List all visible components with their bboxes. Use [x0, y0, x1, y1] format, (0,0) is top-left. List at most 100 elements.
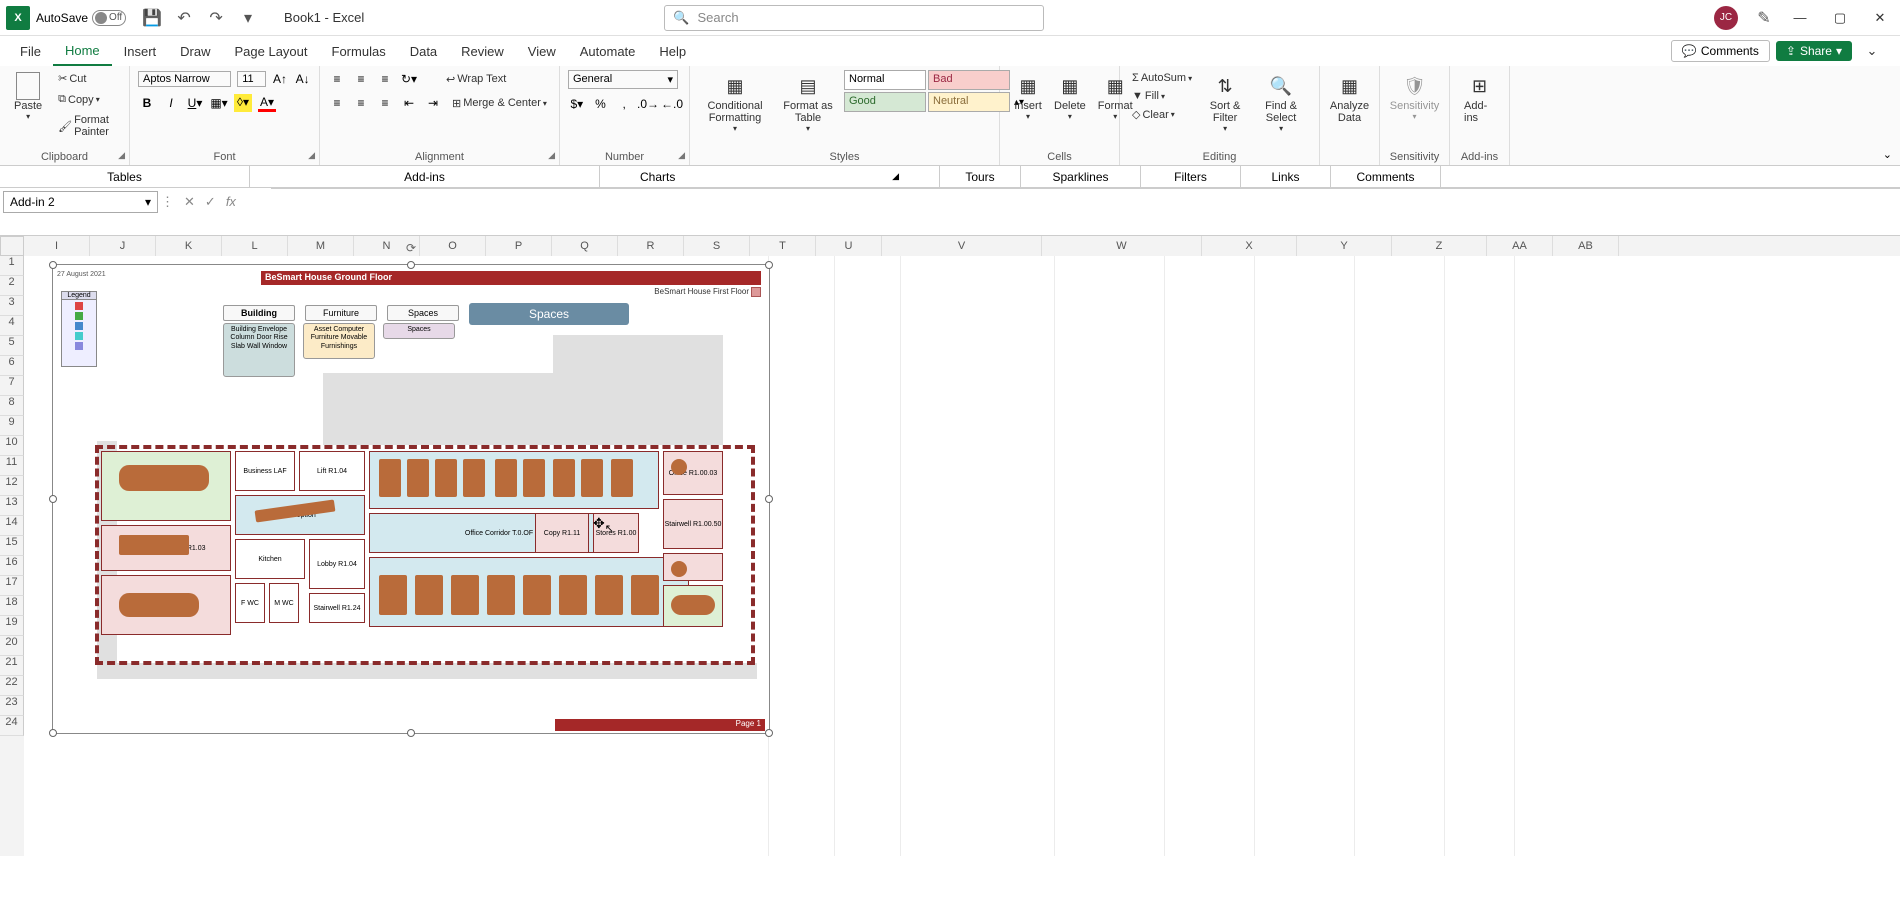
room-kitchen[interactable]: Kitchen	[235, 539, 305, 579]
col-header[interactable]: S	[684, 236, 750, 256]
card-building[interactable]: Building Envelope Column Door Rise Slab …	[223, 323, 295, 377]
decrease-font-icon[interactable]: A↓	[294, 70, 311, 88]
align-top-icon[interactable]: ≡	[328, 70, 346, 88]
tab-insert[interactable]: Insert	[112, 36, 169, 66]
row-header[interactable]: 23	[0, 696, 24, 716]
tab-building[interactable]: Building	[223, 305, 295, 321]
percent-icon[interactable]: %	[592, 95, 610, 113]
room-lobby[interactable]: Lobby R1.04	[309, 539, 365, 589]
row-header[interactable]: 11	[0, 456, 24, 476]
col-header[interactable]: Q	[552, 236, 618, 256]
enter-formula-icon[interactable]: ✓	[205, 194, 216, 210]
italic-button[interactable]: I	[162, 94, 180, 112]
dialog-launcher-icon[interactable]: ◢	[678, 150, 685, 161]
resize-handle[interactable]	[49, 495, 57, 503]
col-header[interactable]: T	[750, 236, 816, 256]
align-right-icon[interactable]: ≡	[376, 94, 394, 112]
style-bad[interactable]: Bad	[928, 70, 1010, 90]
col-header[interactable]: U	[816, 236, 882, 256]
subcell-tours[interactable]: Tours	[940, 166, 1021, 187]
col-header[interactable]: J	[90, 236, 156, 256]
dialog-launcher-icon[interactable]: ◢	[118, 150, 125, 161]
row-header[interactable]: 8	[0, 396, 24, 416]
border-button[interactable]: ▦▾	[210, 94, 228, 112]
row-header[interactable]: 18	[0, 596, 24, 616]
card-spaces[interactable]: Spaces	[383, 323, 455, 339]
col-header[interactable]: P	[486, 236, 552, 256]
resize-handle[interactable]	[49, 261, 57, 269]
orientation-icon[interactable]: ↻▾	[400, 70, 418, 88]
tab-pagelayout[interactable]: Page Layout	[223, 36, 320, 66]
row-header[interactable]: 10	[0, 436, 24, 456]
search-input[interactable]: 🔍 Search	[664, 5, 1044, 31]
redo-icon[interactable]: ↷	[206, 8, 226, 28]
room-stairwell2[interactable]: Stairwell R1.00.50	[663, 499, 723, 549]
subcell-comments[interactable]: Comments	[1331, 166, 1441, 187]
clear-button[interactable]: ◇Clear▾	[1128, 106, 1196, 123]
share-button[interactable]: ⇪Share▾	[1776, 41, 1852, 61]
rotate-handle-icon[interactable]: ⟳	[406, 241, 416, 255]
accounting-icon[interactable]: $▾	[568, 95, 586, 113]
row-header[interactable]: 13	[0, 496, 24, 516]
ribbon-collapse-icon[interactable]: ⌄	[1852, 37, 1892, 65]
autosum-button[interactable]: ΣAutoSum▾	[1128, 70, 1196, 86]
align-left-icon[interactable]: ≡	[328, 94, 346, 112]
insert-cells-button[interactable]: ▦Insert▾	[1008, 70, 1048, 123]
row-header[interactable]: 15	[0, 536, 24, 556]
sort-filter-button[interactable]: ⇅Sort & Filter▾	[1198, 70, 1252, 135]
tab-view[interactable]: View	[516, 36, 568, 66]
analyze-data-button[interactable]: ▦Analyze Data	[1328, 70, 1371, 126]
style-neutral[interactable]: Neutral	[928, 92, 1010, 112]
tab-draw[interactable]: Draw	[168, 36, 222, 66]
tab-home[interactable]: Home	[53, 36, 112, 66]
col-header[interactable]: AB	[1553, 236, 1619, 256]
col-header[interactable]: I	[24, 236, 90, 256]
worksheet-area[interactable]: 123456789101112131415161718192021222324 …	[0, 256, 1900, 856]
find-select-button[interactable]: 🔍Find & Select▾	[1254, 70, 1308, 135]
subcell-charts[interactable]: Charts◢	[600, 166, 940, 187]
style-good[interactable]: Good	[844, 92, 926, 112]
pen-icon[interactable]: ✎	[1754, 8, 1774, 28]
delete-cells-button[interactable]: ▦Delete▾	[1048, 70, 1092, 123]
row-header[interactable]: 2	[0, 276, 24, 296]
decrease-indent-icon[interactable]: ⇤	[400, 94, 418, 112]
tab-help[interactable]: Help	[647, 36, 698, 66]
col-header[interactable]: L	[222, 236, 288, 256]
subcell-sparklines[interactable]: Sparklines	[1021, 166, 1141, 187]
wrap-text-button[interactable]: ↩Wrap Text	[442, 71, 510, 88]
minimize-button[interactable]: —	[1780, 4, 1820, 32]
resize-handle[interactable]	[765, 495, 773, 503]
close-button[interactable]: ✕	[1860, 4, 1900, 32]
col-header[interactable]: X	[1202, 236, 1297, 256]
row-header[interactable]: 1	[0, 256, 24, 276]
tab-formulas[interactable]: Formulas	[320, 36, 398, 66]
format-as-table-button[interactable]: ▤Format as Table▾	[776, 70, 840, 135]
col-header[interactable]: R	[618, 236, 684, 256]
floorplan-addin-object[interactable]: ⟳ 27 August 2021 BeSmart House Ground Fl…	[52, 264, 770, 734]
spaces-panel[interactable]: Spaces	[469, 303, 629, 325]
row-header[interactable]: 14	[0, 516, 24, 536]
resize-handle[interactable]	[407, 261, 415, 269]
ribbon-expand-icon[interactable]: ⌄	[1883, 148, 1892, 161]
sensitivity-button[interactable]: 🛡Sensitivity▾	[1388, 70, 1441, 123]
comments-button[interactable]: 💬Comments	[1671, 40, 1770, 62]
tab-review[interactable]: Review	[449, 36, 516, 66]
align-center-icon[interactable]: ≡	[352, 94, 370, 112]
room-office-mid[interactable]: Office Corridor T.0.OF	[369, 513, 629, 553]
style-normal[interactable]: Normal	[844, 70, 926, 90]
number-format-select[interactable]: General ▾	[568, 70, 678, 89]
room-business[interactable]: Business LAF	[235, 451, 295, 491]
col-header[interactable]: K	[156, 236, 222, 256]
room-lift[interactable]: Lift R1.04	[299, 451, 365, 491]
save-icon[interactable]: 💾	[142, 8, 162, 28]
resize-handle[interactable]	[765, 729, 773, 737]
dialog-launcher-icon[interactable]: ◢	[892, 171, 899, 182]
row-header[interactable]: 22	[0, 676, 24, 696]
format-painter-button[interactable]: 🖌Format Painter	[54, 112, 121, 140]
room-wcm[interactable]: F WC	[235, 583, 265, 623]
copy-button[interactable]: ⧉Copy▾	[54, 91, 121, 108]
name-box[interactable]: Add-in 2▾	[3, 191, 158, 213]
increase-font-icon[interactable]: A↑	[272, 70, 289, 88]
decrease-decimal-icon[interactable]: ←.0	[663, 95, 681, 113]
row-header[interactable]: 3	[0, 296, 24, 316]
